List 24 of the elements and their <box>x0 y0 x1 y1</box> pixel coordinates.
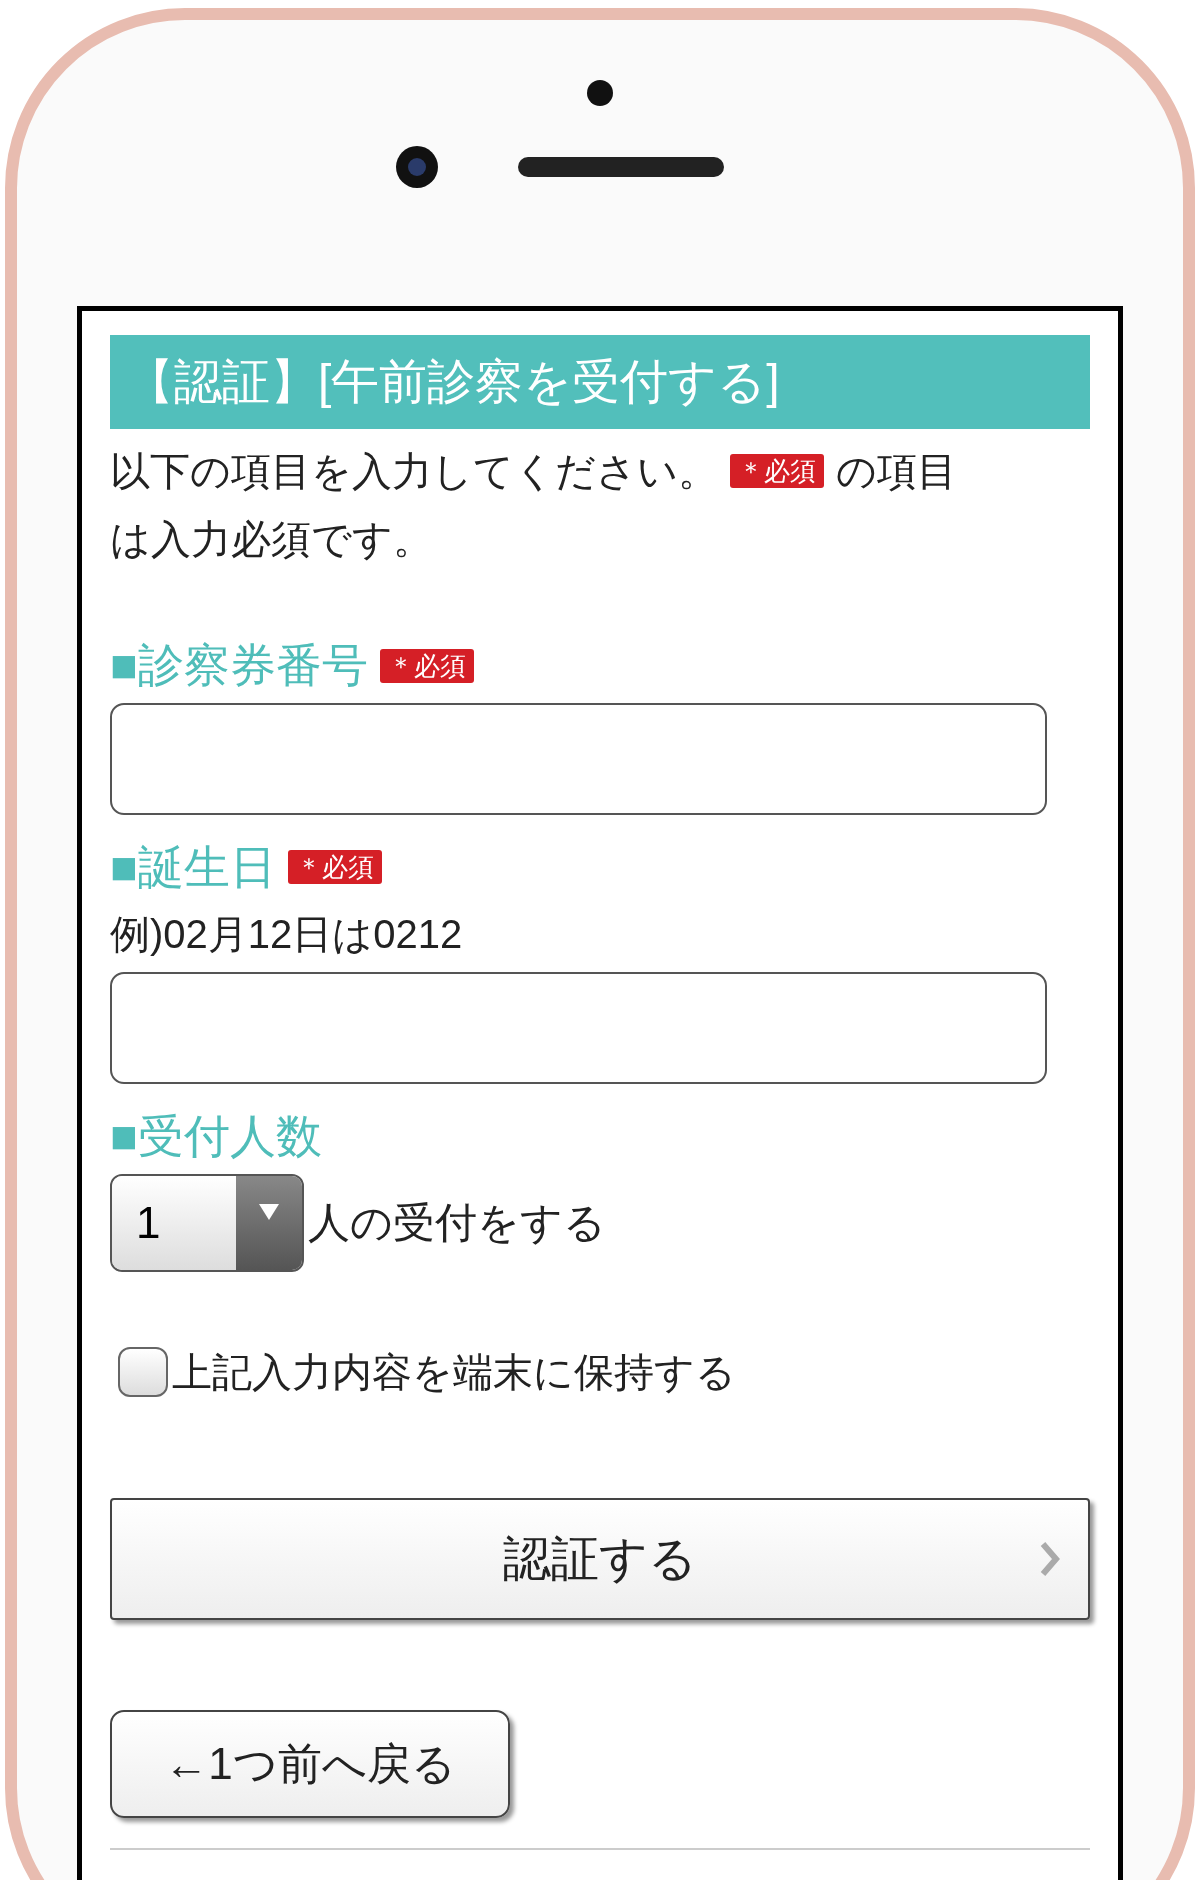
front-camera-icon <box>396 146 438 188</box>
back-button[interactable]: ←1つ前へ戻る <box>110 1709 510 1818</box>
input-field[interactable] <box>110 972 1047 1084</box>
required-badge: ＊必須 <box>730 454 824 488</box>
count-select[interactable]: 1 <box>110 1173 304 1272</box>
dropdown-arrow-icon <box>259 1203 279 1220</box>
hint-text: 例)02月12日は0212 <box>110 911 464 958</box>
required-badge: ＊必須 <box>287 850 382 885</box>
required-badge: ＊必須 <box>379 648 474 683</box>
field-label: ■診察券番号 <box>110 638 368 693</box>
chevron-right-icon <box>1040 1540 1060 1577</box>
front-sensor-icon <box>587 80 613 106</box>
submit-button[interactable]: 認証する <box>110 1497 1090 1620</box>
intro-text: 以下の項目を入力してください。 <box>110 448 718 495</box>
remember-label: 上記入力内容を端末に保持する <box>172 1348 736 1396</box>
input-field[interactable] <box>110 702 1047 815</box>
remember-checkbox[interactable] <box>118 1346 168 1397</box>
field-label: ■誕生日 <box>110 839 276 895</box>
header-title: 【認証】[午前診察を受付する] <box>126 354 780 410</box>
field-label: ■受付人数 <box>110 1109 322 1164</box>
select-suffix: 人の受付をする <box>308 1198 606 1248</box>
intro-text: の項目 <box>836 448 957 495</box>
speaker-icon <box>518 157 724 177</box>
intro-text: は入力必須です。 <box>110 516 433 563</box>
